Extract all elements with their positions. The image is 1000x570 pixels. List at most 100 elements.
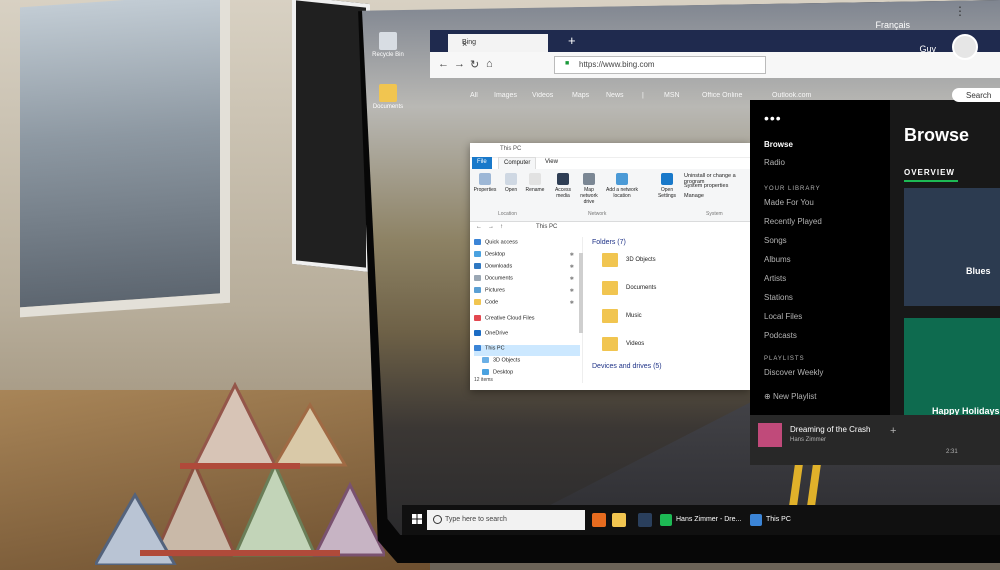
genre-tile-blues[interactable]: Blues [904, 188, 1000, 306]
close-icon[interactable]: × [462, 39, 544, 49]
taskbar-search-input[interactable]: Type here to search [427, 510, 585, 530]
nav-item-this-pc[interactable]: This PC [474, 345, 580, 356]
browser-menu-icon[interactable]: ⋮ [954, 4, 966, 18]
browser-toolbar: ← → ↻ ⌂ ■ https://www.bing.com [430, 52, 1000, 78]
nav-item-3d-objects[interactable]: 3D Objects [482, 357, 588, 368]
rename-button[interactable]: Rename [522, 173, 548, 193]
pin-icon: ✱ [569, 300, 574, 306]
folder-item-3d-objects[interactable]: 3D Objects [602, 253, 752, 275]
pin-icon: ✱ [569, 276, 574, 282]
taskbar-task-this-pc[interactable]: This PC [748, 507, 818, 533]
properties-icon [479, 173, 491, 185]
nav-item-code[interactable]: Code ✱ [474, 299, 580, 310]
bing-link-outlook[interactable]: Outlook.com [772, 92, 811, 99]
active-tab-indicator [904, 180, 958, 182]
nav-item-pictures[interactable]: Pictures ✱ [474, 287, 580, 298]
gear-icon [661, 173, 673, 185]
folder-icon [602, 281, 618, 295]
album-cover[interactable] [758, 423, 782, 447]
add-network-location-button[interactable]: Add a network location [606, 173, 638, 199]
library-item[interactable]: Albums [764, 255, 791, 264]
properties-button[interactable]: Properties [472, 173, 498, 193]
back-icon[interactable]: ← [438, 58, 449, 70]
track-artist[interactable]: Hans Zimmer [790, 437, 826, 443]
taskbar-task-spotify[interactable]: Hans Zimmer - Dre... [658, 507, 744, 533]
access-media-button[interactable]: Access media [550, 173, 576, 199]
nav-item-documents[interactable]: Documents ✱ [474, 275, 580, 286]
track-title[interactable]: Dreaming of the Crash [790, 425, 870, 434]
refresh-icon[interactable]: ↻ [470, 58, 479, 71]
library-item[interactable]: Made For You [764, 198, 814, 207]
firefox-icon[interactable] [592, 513, 606, 527]
new-playlist-button[interactable]: ⊕ New Playlist [764, 392, 817, 401]
genre-tile-holidays[interactable]: Happy Holidays [904, 318, 1000, 428]
desktop-screen: Recycle Bin Documents Bing × + ← → ↻ ⌂ ■… [362, 0, 1000, 535]
bing-link-images[interactable]: Images [494, 92, 517, 99]
folder-item-documents[interactable]: Documents [602, 281, 752, 303]
library-item[interactable]: Local Files [764, 312, 802, 321]
map-network-drive-button[interactable]: Map network drive [576, 173, 602, 205]
library-item[interactable]: Songs [764, 236, 787, 245]
lock-icon: ■ [565, 60, 570, 67]
manage-button[interactable]: Manage [684, 193, 704, 199]
bing-link-msn[interactable]: MSN [664, 92, 680, 99]
library-item[interactable]: Artists [764, 274, 786, 283]
bing-link-news[interactable]: News [606, 92, 624, 99]
bing-link-office[interactable]: Office Online [702, 92, 742, 99]
spotify-nav-browse[interactable]: Browse [764, 140, 793, 149]
nav-item-downloads[interactable]: Downloads ✱ [474, 263, 580, 274]
library-item[interactable]: Podcasts [764, 331, 797, 340]
desktop-icon-documents[interactable]: Documents [370, 84, 406, 110]
nav-item-onedrive[interactable]: OneDrive [474, 330, 580, 341]
bing-link-all[interactable]: All [470, 92, 478, 99]
forward-icon[interactable]: → [454, 58, 465, 70]
devices-section-header[interactable]: Devices and drives (5) [592, 363, 662, 370]
pin-icon: ✱ [569, 264, 574, 270]
up-icon[interactable]: ↑ [500, 224, 503, 230]
browser-tab[interactable]: Bing × [448, 34, 548, 52]
library-item[interactable]: Recently Played [764, 217, 822, 226]
user-name[interactable]: Guy [919, 44, 936, 54]
ribbon: Properties Open Rename Access media Map … [470, 169, 750, 222]
playlist-item[interactable]: Discover Weekly [764, 368, 823, 377]
home-icon[interactable]: ⌂ [486, 58, 493, 70]
media-icon [557, 173, 569, 185]
open-button[interactable]: Open [498, 173, 524, 193]
address-bar[interactable]: ■ https://www.bing.com [554, 56, 766, 74]
open-settings-button[interactable]: Open Settings [654, 173, 680, 199]
nav-scrollbar[interactable] [579, 253, 583, 333]
library-item[interactable]: Stations [764, 293, 793, 302]
folders-section-header[interactable]: Folders (7) [592, 239, 626, 246]
tab-overview[interactable]: OVERVIEW [904, 168, 955, 177]
avatar[interactable] [952, 34, 978, 60]
nav-item-creative-cloud[interactable]: Creative Cloud Files [474, 315, 580, 326]
folder-item-music[interactable]: Music [602, 309, 752, 331]
menu-dots-icon[interactable]: ••• [764, 110, 782, 126]
system-properties-button[interactable]: System properties [684, 183, 728, 189]
search-icon [433, 515, 442, 524]
tab-computer[interactable]: Computer [498, 157, 537, 169]
spotify-search-input[interactable]: Search [952, 88, 1000, 102]
nav-item-desktop-2[interactable]: Desktop [482, 369, 588, 380]
new-tab-button[interactable]: + [568, 33, 576, 48]
tab-view[interactable]: View [540, 157, 563, 169]
file-explorer-icon[interactable] [612, 513, 626, 527]
nav-item-quick-access[interactable]: Quick access [474, 239, 580, 250]
folder-item-videos[interactable]: Videos [602, 337, 752, 359]
spotify-nav-radio[interactable]: Radio [764, 158, 785, 167]
group-network: Network [588, 211, 607, 217]
tab-file[interactable]: File [472, 157, 492, 169]
add-to-library-icon[interactable]: + [890, 425, 896, 437]
language-link[interactable]: Français [875, 20, 910, 30]
bing-link-maps[interactable]: Maps [572, 92, 589, 99]
bing-link-videos[interactable]: Videos [532, 92, 553, 99]
forward-icon[interactable]: → [488, 224, 494, 230]
windows-start-icon[interactable] [412, 514, 422, 524]
steam-icon[interactable] [638, 513, 652, 527]
nav-item-desktop[interactable]: Desktop ✱ [474, 251, 580, 262]
network-location-icon [616, 173, 628, 185]
explorer-address-bar[interactable]: ← → ↑ This PC [470, 221, 750, 235]
back-icon[interactable]: ← [476, 224, 482, 230]
desktop-icon-recycle-bin[interactable]: Recycle Bin [370, 32, 406, 58]
taskbar: Type here to search Hans Zimmer - Dre...… [402, 505, 1000, 535]
